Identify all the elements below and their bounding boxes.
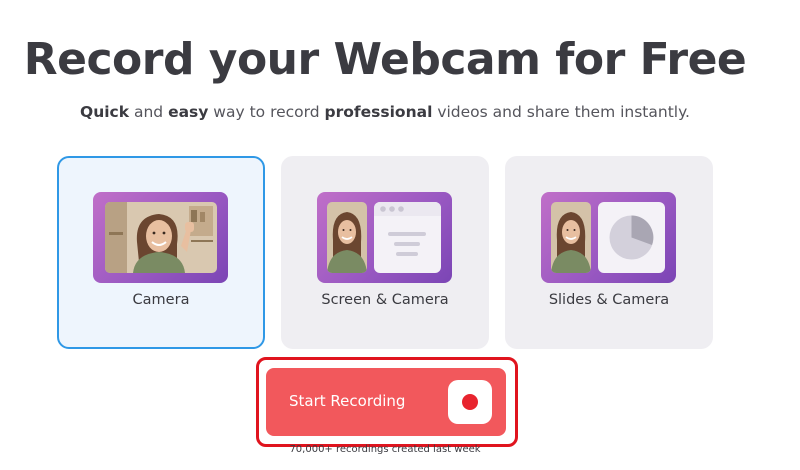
- page-title: Record your Webcam for Free: [23, 34, 747, 85]
- start-recording-label: Start Recording: [289, 392, 406, 410]
- mode-card-screen-camera[interactable]: Screen & Camera: [281, 156, 489, 349]
- record-dot-icon: [462, 394, 478, 410]
- mode-card-label: Slides & Camera: [548, 292, 670, 308]
- subtitle-professional: professional: [324, 103, 433, 121]
- slides-and-camera-thumbnail: [541, 192, 676, 283]
- subtitle-easy: easy: [168, 103, 209, 121]
- screen-and-camera-thumbnail: [317, 192, 452, 283]
- pie-chart-slide-icon: [598, 202, 665, 273]
- page: Record your Webcam for Free Quick and ea…: [0, 0, 800, 470]
- subtitle-text: way to record: [208, 103, 325, 121]
- mode-card-slides-camera[interactable]: Slides & Camera: [505, 156, 713, 349]
- webcam-photo: [105, 202, 217, 273]
- subtitle-text: videos and share them instantly.: [432, 103, 690, 121]
- record-icon-button: [448, 380, 492, 424]
- subtitle-quick: Quick: [80, 103, 130, 121]
- page-subtitle: Quick and easy way to record professiona…: [0, 103, 770, 121]
- webcam-photo: [327, 202, 367, 273]
- start-recording-button[interactable]: Start Recording: [266, 368, 506, 436]
- screen-window-icon: [374, 202, 441, 273]
- webcam-person-thumbnail: [93, 192, 228, 283]
- mode-card-label: Screen & Camera: [321, 292, 449, 308]
- recordings-count-note: 70,000+ recordings created last week: [289, 444, 481, 455]
- mode-card-camera[interactable]: Camera: [57, 156, 265, 349]
- webcam-photo: [551, 202, 591, 273]
- mode-card-label: Camera: [132, 292, 190, 308]
- subtitle-text: and: [129, 103, 169, 121]
